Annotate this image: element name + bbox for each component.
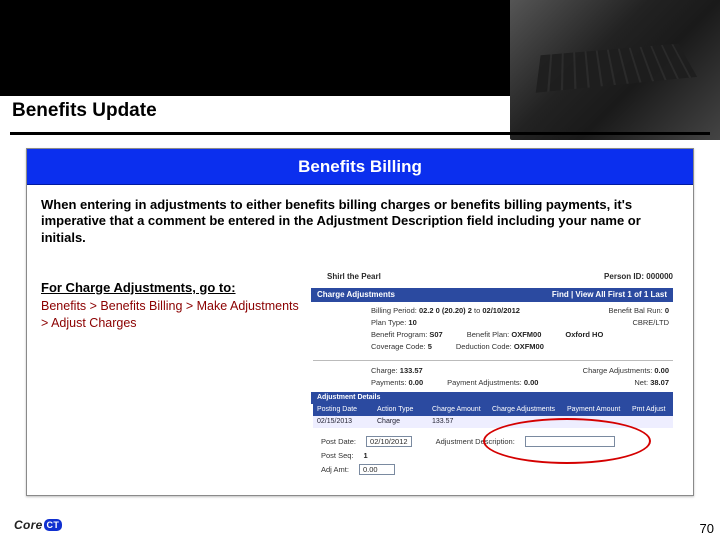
th-payment-amount: Payment Amount <box>563 406 628 413</box>
charge-adjustments-bar: Charge Adjustments Find | View All First… <box>311 288 673 302</box>
intro-paragraph: When entering in adjustments to either b… <box>27 185 693 252</box>
billing-period-sep: to <box>474 306 480 315</box>
benefit-program-value: S07 <box>429 330 442 339</box>
payments-label: Payments: <box>371 378 406 387</box>
post-seq-label: Post Seq: <box>321 451 354 460</box>
employee-name: Shirl the Pearl <box>327 272 381 281</box>
charge-adj-label: Charge Adjustments: <box>583 366 653 375</box>
net-value: 38.07 <box>650 378 669 387</box>
payment-adj-value: 0.00 <box>524 378 539 387</box>
plan2-value: Oxford HO <box>565 330 603 339</box>
section-heading: Benefits Billing <box>298 157 422 177</box>
th-posting-date: Posting Date <box>313 406 373 413</box>
th-pmt-adjust: Pmt Adjust <box>628 406 673 413</box>
header-photo-keyboard <box>510 0 720 140</box>
content-frame: Benefits Billing When entering in adjust… <box>26 148 694 496</box>
td-charge-amount: 133.57 <box>428 418 488 425</box>
adj-desc-label: Adjustment Description: <box>436 437 515 446</box>
net-label: Net: <box>634 378 648 387</box>
adj-desc-input[interactable] <box>525 436 615 447</box>
benefit-bal-label: Benefit Bal Run: <box>609 306 663 315</box>
billing-period-value2: 02/10/2012 <box>482 306 520 315</box>
bar-title: Charge Adjustments <box>317 290 395 299</box>
benefit-bal-value: 0 <box>665 306 669 315</box>
post-seq-value: 1 <box>364 451 368 460</box>
bar2-title: Adjustment Details <box>317 394 380 401</box>
th-charge-adjustments: Charge Adjustments <box>488 406 563 413</box>
table-header: Posting Date Action Type Charge Amount C… <box>313 404 673 416</box>
plan-type-label: Plan Type: <box>371 318 406 327</box>
navigation-path: Benefits > Benefits Billing > Make Adjus… <box>41 298 303 332</box>
divider <box>313 360 673 361</box>
billing-period-label: Billing Period: <box>371 306 417 315</box>
post-date-label: Post Date: <box>321 437 356 446</box>
billing-period-value: 02.2 0 (20.20) 2 <box>419 306 472 315</box>
logo-ct: CT <box>44 519 63 531</box>
coverage-code-value: 5 <box>428 342 432 351</box>
deduction-code-label: Deduction Code: <box>456 342 512 351</box>
adj-amt-label: Adj Amt: <box>321 465 349 474</box>
adjustment-details-bar: Adjustment Details <box>311 392 673 404</box>
benefit-plan-value: OXFM00 <box>511 330 541 339</box>
cbre-label: CBRE/LTD <box>632 318 669 327</box>
benefit-plan-label: Benefit Plan: <box>467 330 510 339</box>
person-id-label: Person ID: <box>604 272 644 281</box>
td-action-type: Charge <box>373 418 428 425</box>
bottom-fields: Post Date: 02/10/2012 Adjustment Descrip… <box>321 436 673 479</box>
deduction-code-value: OXFM00 <box>514 342 544 351</box>
section-heading-bar: Benefits Billing <box>27 149 693 185</box>
footer-logo: CoreCT <box>14 518 62 532</box>
th-charge-amount: Charge Amount <box>428 406 488 413</box>
title-underline <box>10 132 710 135</box>
embedded-screenshot: Shirl the Pearl Person ID: 000000 Charge… <box>309 252 679 474</box>
adj-amt-input[interactable]: 0.00 <box>359 464 395 475</box>
coverage-code-label: Coverage Code: <box>371 342 426 351</box>
charge-value: 133.57 <box>400 366 423 375</box>
post-date-input[interactable]: 02/10/2012 <box>366 436 412 447</box>
charge-label: Charge: <box>371 366 398 375</box>
charge-adj-value: 0.00 <box>654 366 669 375</box>
td-posting-date: 02/15/2013 <box>313 418 373 425</box>
table-row: 02/15/2013 Charge 133.57 <box>313 416 673 428</box>
payments-value: 0.00 <box>409 378 424 387</box>
page-number: 70 <box>700 521 714 536</box>
benefit-program-label: Benefit Program: <box>371 330 427 339</box>
payment-adj-label: Payment Adjustments: <box>447 378 522 387</box>
subheading: For Charge Adjustments, go to: <box>41 280 303 295</box>
plan-type-value: 10 <box>408 318 416 327</box>
bar-paging: Find | View All First 1 of 1 Last <box>552 290 667 299</box>
person-id-value: 000000 <box>646 272 673 281</box>
logo-core: Core <box>14 518 43 532</box>
th-action-type: Action Type <box>373 406 428 413</box>
page-title: Benefits Update <box>12 100 157 122</box>
